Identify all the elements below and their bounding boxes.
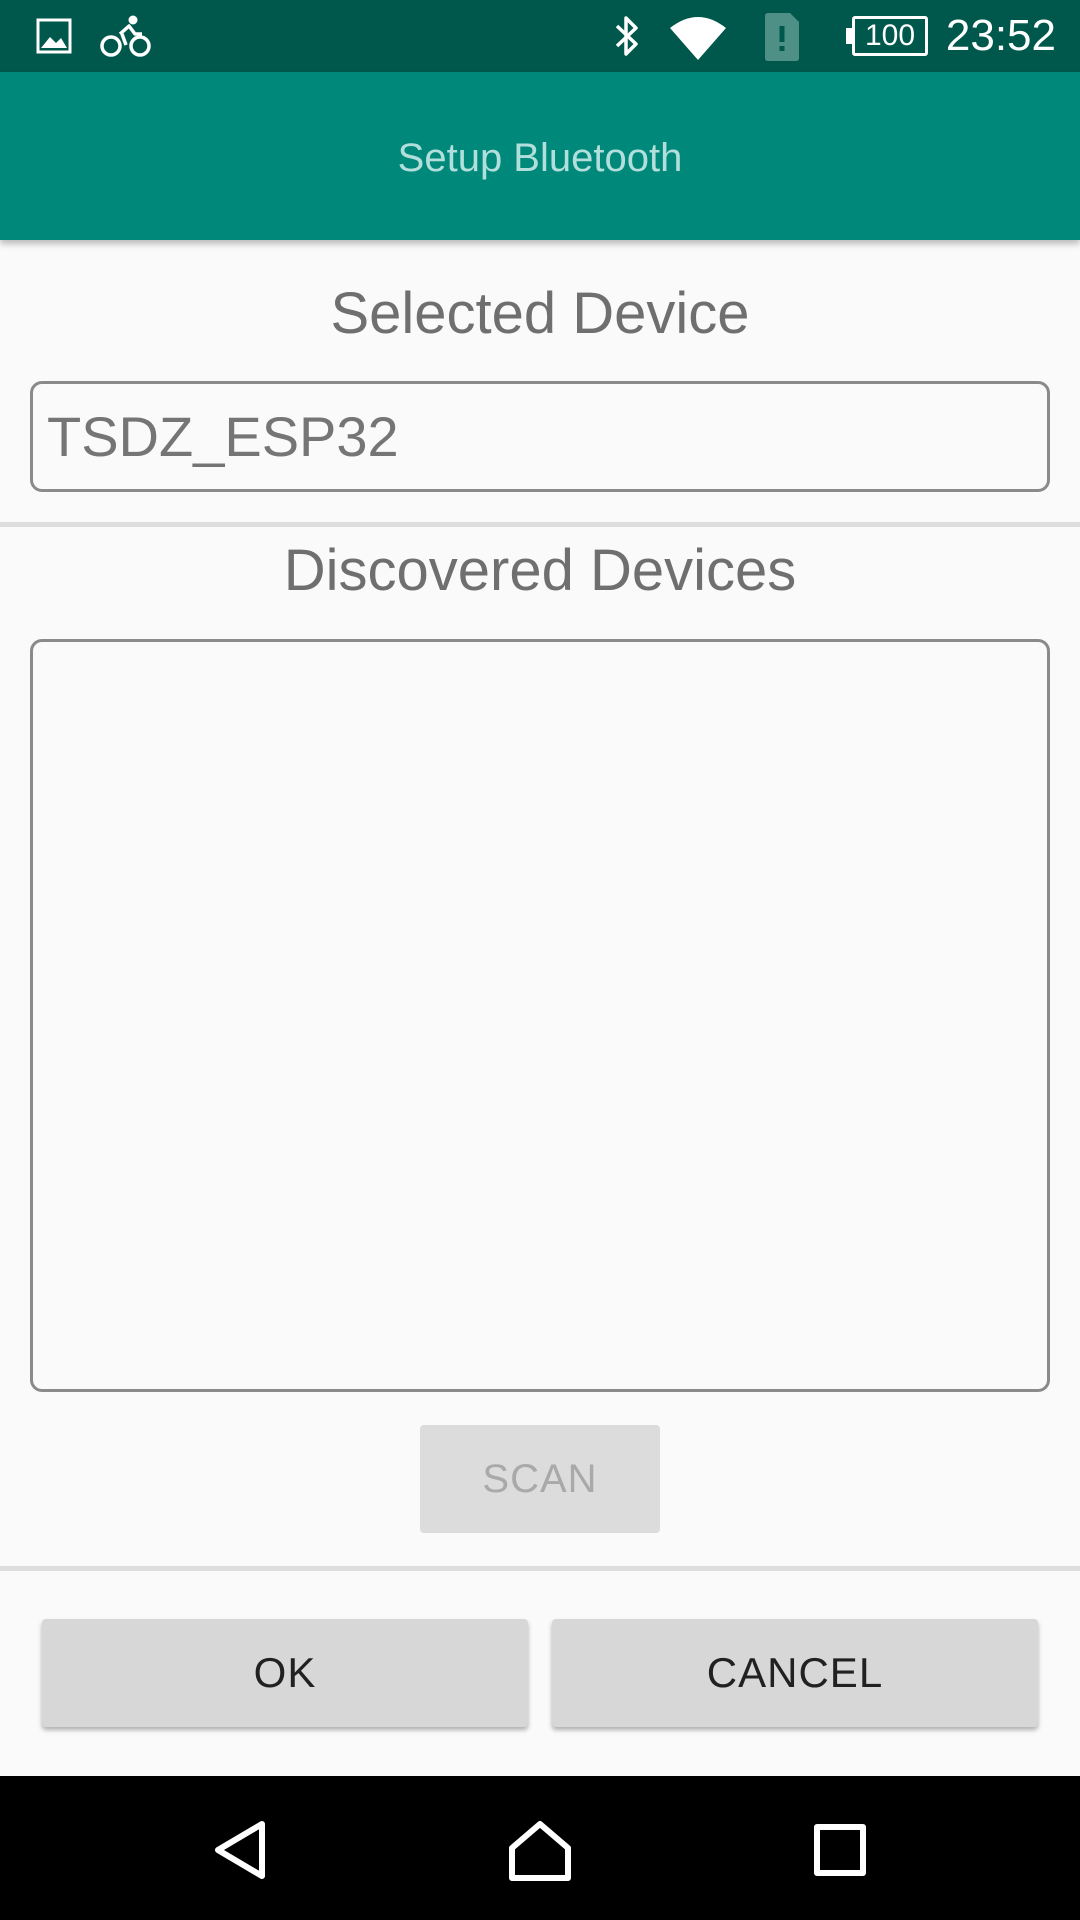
home-icon[interactable] (508, 1820, 572, 1882)
divider (0, 522, 1080, 527)
recents-icon[interactable] (814, 1824, 866, 1876)
discovered-devices-list[interactable] (30, 639, 1050, 1392)
selected-device-value: TSDZ_ESP32 (47, 405, 399, 468)
divider (0, 1566, 1080, 1571)
navigation-bar (0, 1776, 1080, 1920)
bluetooth-icon (615, 16, 638, 56)
bicycle-icon (100, 15, 151, 57)
setup-bluetooth-screen: 100 23:52 Setup Bluetooth Selected Devic… (0, 0, 1080, 1920)
selected-device-heading: Selected Device (330, 281, 750, 346)
wifi-icon (670, 17, 726, 60)
status-bar: 100 23:52 (0, 0, 1080, 72)
app-bar: Setup Bluetooth (0, 72, 1080, 240)
ok-button[interactable]: OK (42, 1619, 528, 1727)
back-icon[interactable] (212, 1820, 268, 1880)
clock: 23:52 (945, 11, 1056, 60)
battery-level: 100 (864, 19, 916, 52)
discovered-devices-heading: Discovered Devices (283, 538, 797, 603)
scan-button[interactable]: SCAN (420, 1425, 660, 1533)
battery-indicator: 100 (846, 16, 928, 56)
sim-alert-icon (765, 13, 799, 61)
cancel-button[interactable]: CANCEL (552, 1619, 1038, 1727)
selected-device-field[interactable]: TSDZ_ESP32 (30, 381, 1050, 492)
page-title: Setup Bluetooth (397, 136, 683, 180)
image-icon (36, 18, 72, 54)
